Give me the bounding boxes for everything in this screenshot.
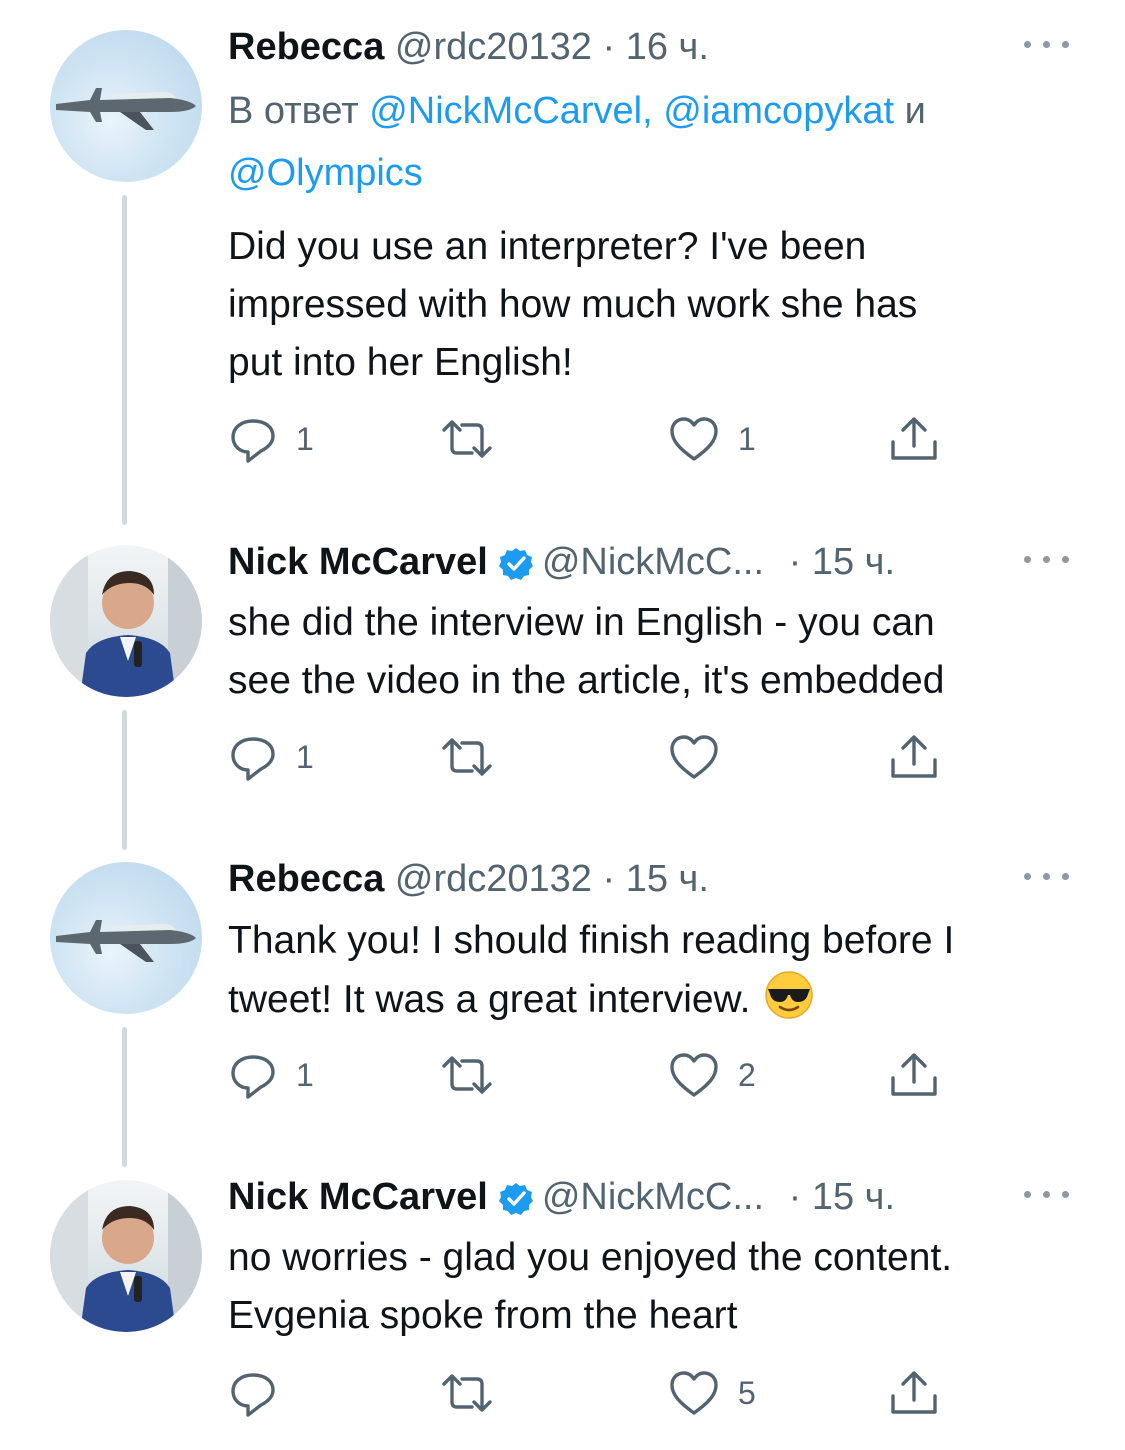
like-count: 1 [738, 420, 756, 457]
tweet-text-line: tweet! It was a great interview. [228, 970, 1088, 1029]
reply-to-conjunction: и [894, 90, 926, 132]
tweet-actions: 1 [228, 732, 948, 782]
reply-to-prefix: В ответ [228, 90, 370, 132]
person-avatar-icon [50, 545, 202, 697]
reply-icon [231, 419, 275, 463]
retweet-icon [442, 420, 492, 458]
more-options-icon[interactable] [1024, 34, 1070, 54]
retweet-button[interactable] [440, 1368, 494, 1418]
retweet-button[interactable] [440, 732, 494, 782]
reply-count: 1 [296, 738, 314, 775]
like-count: 2 [738, 1056, 756, 1093]
share-button[interactable] [888, 1050, 940, 1100]
retweet-icon [442, 738, 492, 776]
reply-button[interactable] [228, 1368, 296, 1418]
airplane-avatar-icon [56, 88, 196, 130]
retweet-button[interactable] [440, 414, 494, 464]
reply-to-line: В ответ @NickMcCarvel, @iamcopykat и @Ol… [228, 80, 1078, 204]
retweet-icon [442, 1374, 492, 1412]
reply-icon [231, 1055, 275, 1099]
share-icon [891, 1371, 937, 1414]
avatar[interactable] [50, 862, 202, 1014]
like-count: 5 [738, 1374, 756, 1411]
tweet-text-line: Evgenia spoke from the heart [228, 1294, 738, 1337]
reply-count: 1 [296, 1056, 314, 1093]
timestamp[interactable]: · 15 ч. [789, 1176, 895, 1218]
tweet-text-line: impressed with how much work she has [228, 283, 918, 326]
retweet-icon [442, 1056, 492, 1094]
sunglasses-emoji-icon [765, 971, 814, 1019]
tweet-actions: 1 2 [228, 1050, 948, 1100]
reply-count: 1 [296, 420, 314, 457]
thread-line [122, 1027, 127, 1167]
thread-line [122, 710, 127, 850]
share-button[interactable] [888, 732, 940, 782]
tweet-actions: 1 1 [228, 414, 948, 464]
author-name[interactable]: Rebecca [228, 26, 384, 68]
verified-badge-icon [498, 547, 533, 580]
more-options-icon[interactable] [1024, 549, 1070, 569]
heart-icon [670, 417, 718, 461]
tweet-text: no worries - glad you enjoyed the conten… [228, 1229, 1088, 1345]
share-icon [891, 735, 937, 778]
airplane-avatar-icon [56, 920, 196, 962]
verified-badge-icon [498, 1182, 533, 1215]
more-options-icon[interactable] [1024, 1184, 1070, 1204]
tweet-header: Nick McCarvel @NickMcC... · 15 ч. [228, 1170, 1070, 1224]
like-button[interactable] [668, 732, 738, 782]
timestamp[interactable]: · 16 ч. [603, 26, 709, 68]
tweet-text: Did you use an interpreter? I've been im… [228, 218, 1088, 392]
timestamp[interactable]: · 15 ч. [789, 541, 895, 583]
heart-icon [670, 1053, 718, 1097]
thread-line [122, 195, 127, 525]
author-name[interactable]: Nick McCarvel [228, 541, 488, 583]
tweet-text-fragment: tweet! It was a great interview. [228, 978, 751, 1021]
tweet-text-line: she did the interview in English - you c… [228, 601, 935, 644]
tweet-text: she did the interview in English - you c… [228, 594, 1088, 710]
person-avatar-icon [50, 1180, 202, 1332]
like-button[interactable]: 5 [668, 1368, 756, 1418]
heart-icon [670, 735, 718, 779]
author-handle[interactable]: @rdc20132 [395, 858, 592, 900]
mention-link[interactable]: @Olympics [228, 152, 423, 194]
reply-button[interactable]: 1 [228, 732, 314, 782]
reply-button[interactable]: 1 [228, 1050, 314, 1100]
tweet-text-line: Did you use an interpreter? I've been [228, 225, 867, 268]
reply-icon [231, 1373, 275, 1417]
reply-icon [231, 737, 275, 781]
author-name[interactable]: Rebecca [228, 858, 384, 900]
tweet-header: Nick McCarvel @NickMcC... · 15 ч. [228, 535, 1070, 589]
avatar[interactable] [50, 545, 202, 697]
tweet-text-line: no worries - glad you enjoyed the conten… [228, 1236, 953, 1279]
tweet-header: Rebecca @rdc20132 · 16 ч. [228, 20, 1070, 74]
tweet-text-line: Thank you! I should finish reading befor… [228, 919, 955, 962]
tweet-text-line: see the video in the article, it's embed… [228, 659, 945, 702]
tweet-actions: 5 [228, 1368, 948, 1418]
reply-button[interactable]: 1 [228, 414, 314, 464]
author-handle[interactable]: @NickMcC... [542, 1176, 764, 1218]
author-name[interactable]: Nick McCarvel [228, 1176, 488, 1218]
author-handle[interactable]: @rdc20132 [395, 26, 592, 68]
avatar[interactable] [50, 30, 202, 182]
tweet-text-line: put into her English! [228, 341, 573, 384]
share-button[interactable] [888, 414, 940, 464]
share-icon [891, 1053, 937, 1096]
more-options-icon[interactable] [1024, 866, 1070, 886]
author-handle[interactable]: @NickMcC... [542, 541, 764, 583]
share-button[interactable] [888, 1368, 940, 1418]
heart-icon [670, 1371, 718, 1415]
retweet-button[interactable] [440, 1050, 494, 1100]
tweet-header: Rebecca @rdc20132 · 15 ч. [228, 852, 1070, 906]
share-icon [891, 417, 937, 460]
mention-link[interactable]: @iamcopykat [663, 90, 894, 132]
timestamp[interactable]: · 15 ч. [603, 858, 709, 900]
like-button[interactable]: 2 [668, 1050, 756, 1100]
mention-link[interactable]: @NickMcCarvel, [369, 90, 652, 132]
like-button[interactable]: 1 [668, 414, 756, 464]
tweet-text: Thank you! I should finish reading befor… [228, 912, 1088, 1029]
avatar[interactable] [50, 1180, 202, 1332]
